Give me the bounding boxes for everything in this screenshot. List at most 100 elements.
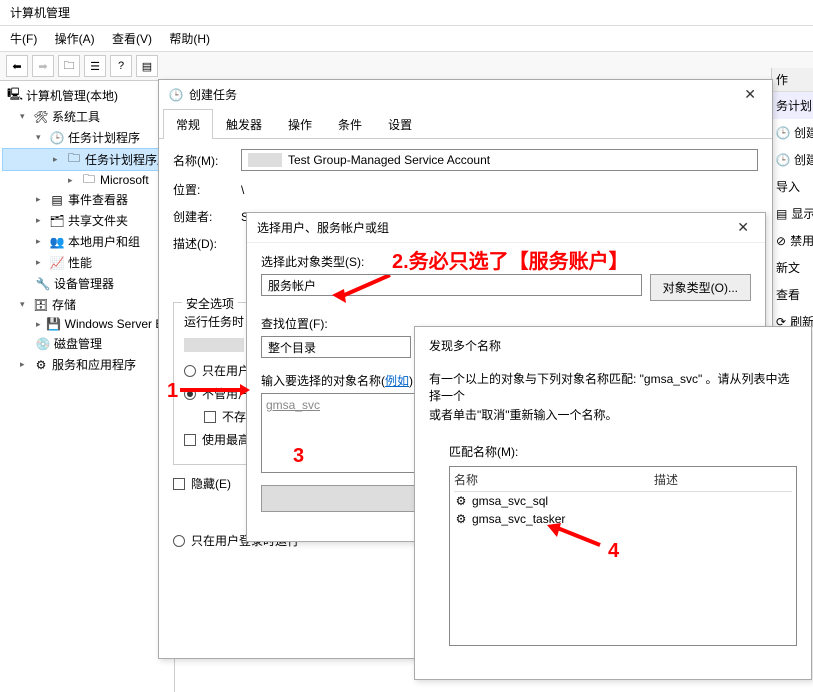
radio-icon — [184, 365, 196, 377]
list-item[interactable]: ⚙ gmsa_svc_tasker — [454, 510, 792, 528]
author-label: 创建者: — [173, 208, 233, 225]
location-label: 位置: — [173, 181, 233, 198]
tree-label: 共享文件夹 — [68, 212, 128, 229]
action-item[interactable]: 查看 — [772, 281, 813, 308]
objtype-button[interactable]: 对象类型(O)... — [650, 274, 751, 301]
task-icon: 🕒 — [776, 126, 790, 140]
tree-devmgr[interactable]: 🔧 设备管理器 — [2, 273, 172, 294]
close-button[interactable]: ✕ — [738, 86, 762, 103]
name-input[interactable]: Test Group-Managed Service Account — [241, 149, 758, 171]
menu-view[interactable]: 查看(V) — [112, 32, 152, 46]
tree-services[interactable]: ▸ ⚙ 服务和应用程序 — [2, 354, 172, 375]
tb-help[interactable]: ? — [110, 55, 132, 77]
names-value: gmsa_svc — [266, 398, 320, 412]
location-input[interactable]: 整个目录 — [261, 336, 411, 358]
col-desc[interactable]: 描述 — [654, 471, 792, 488]
tree-perf[interactable]: ▸ 📈 性能 — [2, 252, 172, 273]
found-msg1: 有一个以上的对象与下列对象名称匹配: "gmsa_svc" 。请从列表中选择一个 — [429, 370, 797, 404]
example-link[interactable]: 例如 — [385, 374, 409, 388]
action-item[interactable]: 🕒创建 — [772, 146, 813, 173]
tree-users[interactable]: ▸ 👥 本地用户和组 — [2, 231, 172, 252]
objtype-value: 服务帐户 — [268, 277, 316, 294]
caret-icon: ▸ — [36, 215, 46, 226]
gear-icon: ⚙ — [454, 494, 468, 508]
found-msg2: 或者单击"取消"重新输入一个名称。 — [429, 406, 797, 423]
tree-tasklibrary[interactable]: ▸ 🗀 任务计划程序库 — [2, 148, 172, 171]
menu-file[interactable]: 牛(F) — [10, 32, 37, 46]
computer-icon: 🖳 — [8, 89, 22, 103]
tab-bar: 常规 触发器 操作 条件 设置 — [159, 109, 772, 139]
tree-diskmgmt[interactable]: 💿 磁盘管理 — [2, 333, 172, 354]
tab-actions[interactable]: 操作 — [275, 109, 325, 139]
item-name: gmsa_svc_sql — [472, 494, 548, 508]
tree-label: 服务和应用程序 — [52, 356, 136, 373]
view-icon: ▤ — [776, 207, 787, 221]
tb-props[interactable]: ▤ — [136, 55, 158, 77]
radio-label: 只在用户 — [202, 362, 250, 379]
check-label: 隐藏(E) — [191, 475, 231, 492]
menu-help[interactable]: 帮助(H) — [169, 32, 210, 46]
item-name: gmsa_svc_tasker — [472, 512, 565, 526]
tb-fwd[interactable]: ➡ — [32, 55, 54, 77]
found-names-dialog: 发现多个名称 有一个以上的对象与下列对象名称匹配: "gmsa_svc" 。请从… — [414, 326, 812, 680]
objtype-label: 选择此对象类型(S): — [261, 253, 751, 270]
tab-settings[interactable]: 设置 — [375, 109, 425, 139]
name-value: Test Group-Managed Service Account — [288, 153, 490, 167]
check-label: 不存 — [222, 408, 246, 425]
caret-icon: ▸ — [36, 194, 46, 205]
tree-label: 设备管理器 — [54, 275, 114, 292]
action-item[interactable]: 新文 — [772, 254, 813, 281]
tree-eventviewer[interactable]: ▸ ▤ 事件查看器 — [2, 189, 172, 210]
tree-label: Microsoft — [100, 173, 149, 187]
tree-systools[interactable]: ▾ 🛠 系统工具 — [2, 106, 172, 127]
tb-list[interactable]: ☰ — [84, 55, 106, 77]
tree-label: 计算机管理(本地) — [26, 87, 118, 104]
close-button[interactable]: ✕ — [731, 219, 755, 236]
caret-icon: ▾ — [36, 132, 46, 143]
window-title: 计算机管理 — [0, 0, 813, 26]
disk-icon: 💿 — [36, 337, 50, 351]
tree-label: 事件查看器 — [68, 191, 128, 208]
tree-shared[interactable]: ▸ 🗂 共享文件夹 — [2, 210, 172, 231]
tree-wsb[interactable]: ▸ 💾 Windows Server Ba — [2, 315, 172, 333]
tree-label: 磁盘管理 — [54, 335, 102, 352]
tree-label: 存储 — [52, 296, 76, 313]
objtype-input[interactable]: 服务帐户 — [261, 274, 642, 296]
match-label: 匹配名称(M): — [449, 443, 797, 460]
tb-up[interactable]: 🗀 — [58, 55, 80, 77]
radio-icon — [184, 388, 196, 400]
redacted-block — [184, 338, 244, 352]
tree-storage[interactable]: ▾ 🗄 存储 — [2, 294, 172, 315]
actions-header: 作 — [772, 68, 813, 92]
event-icon: ▤ — [50, 193, 64, 207]
tree-taskscheduler[interactable]: ▾ 🕒 任务计划程序 — [2, 127, 172, 148]
backup-icon: 💾 — [47, 317, 61, 331]
menu-action[interactable]: 操作(A) — [55, 32, 95, 46]
action-item[interactable]: ▤显示 — [772, 200, 813, 227]
list-header: 名称 描述 — [454, 471, 792, 492]
action-item[interactable]: 导入 — [772, 173, 813, 200]
tb-back[interactable]: ⬅ — [6, 55, 28, 77]
tab-conditions[interactable]: 条件 — [325, 109, 375, 139]
gear-icon: ⚙ — [454, 512, 468, 526]
perf-icon: 📈 — [50, 256, 64, 270]
tree-microsoft[interactable]: ▸ 🗀 Microsoft — [2, 171, 172, 189]
col-name[interactable]: 名称 — [454, 471, 654, 488]
device-icon: 🔧 — [36, 277, 50, 291]
folder-icon: 🗀 — [82, 173, 96, 187]
match-list[interactable]: 名称 描述 ⚙ gmsa_svc_sql ⚙ gmsa_svc_tasker — [449, 466, 797, 646]
folder-share-icon: 🗂 — [50, 214, 64, 228]
checkbox-icon — [173, 478, 185, 490]
tab-triggers[interactable]: 触发器 — [213, 109, 275, 139]
tab-general[interactable]: 常规 — [163, 109, 213, 139]
actions-section: 务计划 — [772, 92, 813, 119]
tree-label: Windows Server Ba — [65, 317, 170, 331]
radio-icon — [173, 535, 185, 547]
action-item[interactable]: 🕒创建 — [772, 119, 813, 146]
tree-label: 任务计划程序 — [68, 129, 140, 146]
services-icon: ⚙ — [34, 358, 48, 372]
tree-root[interactable]: 🖳 计算机管理(本地) — [2, 85, 172, 106]
action-item[interactable]: ⊘禁用 — [772, 227, 813, 254]
list-item[interactable]: ⚙ gmsa_svc_sql — [454, 492, 792, 510]
redacted-block — [248, 153, 282, 167]
